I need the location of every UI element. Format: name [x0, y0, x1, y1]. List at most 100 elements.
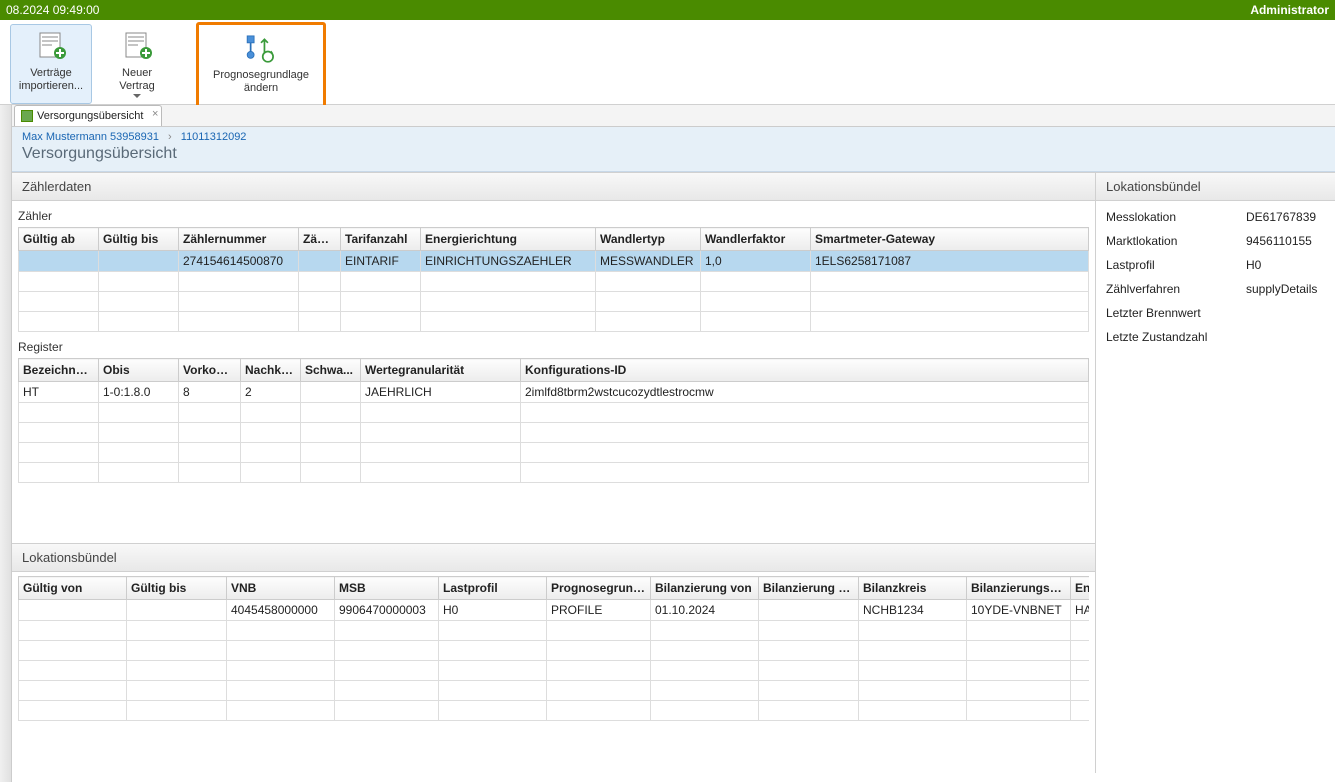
col-header[interactable]: Zählernummer — [179, 228, 299, 251]
col-header[interactable]: Tarifanzahl — [341, 228, 421, 251]
kv-key: Zählverfahren — [1106, 282, 1246, 296]
table-row[interactable] — [19, 312, 1089, 332]
kv-key: Lastprofil — [1106, 258, 1246, 272]
kv-row: Letzte Zustandzahl — [1096, 325, 1335, 349]
cell: JAEHRLICH — [361, 382, 521, 403]
cell: PROFILE — [547, 600, 651, 621]
table-row[interactable] — [19, 443, 1089, 463]
col-header[interactable]: Gültig bis — [127, 577, 227, 600]
cell — [19, 600, 127, 621]
document-import-icon — [32, 29, 70, 63]
col-header[interactable]: Bilanzkreis — [859, 577, 967, 600]
lokationsbuendel-table[interactable]: Gültig von Gültig bis VNB MSB Lastprofil… — [18, 576, 1089, 721]
col-header[interactable]: Konfigurations-ID — [521, 359, 1089, 382]
prognosis-change-icon — [242, 31, 280, 65]
col-header[interactable]: Gültig von — [19, 577, 127, 600]
cell — [127, 600, 227, 621]
col-header[interactable]: Energierichtung — [421, 228, 596, 251]
cell: 2imlfd8tbrm2wstcucozydtlestrocmw — [521, 382, 1089, 403]
cell: 2 — [241, 382, 301, 403]
kv-key: Letzte Zustandzahl — [1106, 330, 1246, 344]
cell: 1,0 — [701, 251, 811, 272]
cell: 1-0:1.8.0 — [99, 382, 179, 403]
kv-row: Letzter Brennwert — [1096, 301, 1335, 325]
import-contracts-button[interactable]: Verträgeimportieren... — [10, 24, 92, 104]
table-row[interactable] — [19, 292, 1089, 312]
table-row[interactable] — [19, 272, 1089, 292]
change-prognosis-button[interactable]: Prognosegrundlageändern — [196, 22, 326, 110]
ribbon-label: Verträgeimportieren... — [19, 67, 83, 93]
table-row[interactable] — [19, 681, 1090, 701]
col-header[interactable]: Bilanzierung bis — [759, 577, 859, 600]
col-header[interactable]: VNB — [227, 577, 335, 600]
cell: 8 — [179, 382, 241, 403]
cell: H0 — [439, 600, 547, 621]
col-header[interactable]: Gültig ab — [19, 228, 99, 251]
col-header[interactable]: Gültig bis — [99, 228, 179, 251]
breadcrumb-link-customer[interactable]: Max Mustermann 53958931 — [22, 131, 159, 143]
cell: 4045458000000 — [227, 600, 335, 621]
kv-row: Zählverfahren supplyDetails — [1096, 277, 1335, 301]
cell: 01.10.2024 — [651, 600, 759, 621]
col-header[interactable]: Bilanzierungsg... — [967, 577, 1071, 600]
cell: EINRICHTUNGSZAEHLER — [421, 251, 596, 272]
col-header[interactable]: Smartmeter-Gateway — [811, 228, 1089, 251]
sub-label-register: Register — [12, 332, 1095, 358]
table-row[interactable] — [19, 661, 1090, 681]
cell: 9906470000003 — [335, 600, 439, 621]
breadcrumb-link-id[interactable]: 11011312092 — [181, 131, 247, 143]
cell: HAUSHALTSKUN — [1071, 600, 1090, 621]
topbar-user: Administrator — [1250, 0, 1329, 20]
ribbon-label: NeuerVertrag — [119, 67, 154, 93]
col-header[interactable]: Bilanzierung von — [651, 577, 759, 600]
sub-label-zaehler: Zähler — [12, 201, 1095, 227]
col-header[interactable]: Wandlertyp — [596, 228, 701, 251]
col-header[interactable]: Bezeichnung — [19, 359, 99, 382]
tab-close-icon[interactable]: × — [152, 108, 158, 120]
tab-label: Versorgungsübersicht — [37, 110, 143, 122]
col-header[interactable]: MSB — [335, 577, 439, 600]
table-row[interactable]: 4045458000000 9906470000003 H0 PROFILE 0… — [19, 600, 1090, 621]
cell — [301, 382, 361, 403]
table-row[interactable] — [19, 403, 1089, 423]
table-row[interactable] — [19, 701, 1090, 721]
kv-value: supplyDetails — [1246, 282, 1317, 296]
cell: HT — [19, 382, 99, 403]
col-header[interactable]: Vorkom... — [179, 359, 241, 382]
table-row[interactable] — [19, 423, 1089, 443]
col-header[interactable]: Wandlerfaktor — [701, 228, 811, 251]
col-header[interactable]: Obis — [99, 359, 179, 382]
col-header[interactable]: Wertegranularität — [361, 359, 521, 382]
section-header-zaehlerdaten: Zählerdaten — [12, 172, 1095, 201]
kv-value: 9456110155 — [1246, 234, 1312, 248]
kv-key: Letzter Brennwert — [1106, 306, 1246, 320]
cell: 274154614500870 — [179, 251, 299, 272]
ribbon-label: Prognosegrundlageändern — [213, 69, 309, 95]
col-header[interactable]: Schwa... — [301, 359, 361, 382]
table-row[interactable]: 274154614500870 EINTARIF EINRICHTUNGSZAE… — [19, 251, 1089, 272]
table-row[interactable] — [19, 641, 1090, 661]
col-header[interactable]: Lastprofil — [439, 577, 547, 600]
cell — [99, 251, 179, 272]
kv-value: DE61767839 — [1246, 210, 1316, 224]
zaehler-table[interactable]: Gültig ab Gültig bis Zählernummer Zähl..… — [18, 227, 1089, 332]
table-row[interactable] — [19, 463, 1089, 483]
table-row[interactable]: HT 1-0:1.8.0 8 2 JAEHRLICH 2imlfd8tbrm2w… — [19, 382, 1089, 403]
new-contract-button[interactable]: NeuerVertrag — [96, 24, 178, 104]
left-edge-bar[interactable] — [0, 105, 12, 782]
register-table[interactable]: Bezeichnung Obis Vorkom... Nachko... Sch… — [18, 358, 1089, 483]
cell: 10YDE-VNBNET — [967, 600, 1071, 621]
cell: EINTARIF — [341, 251, 421, 272]
col-header[interactable]: Zähl... — [299, 228, 341, 251]
table-row[interactable] — [19, 621, 1090, 641]
document-new-icon — [118, 29, 156, 63]
col-header[interactable]: Prognosegrund... — [547, 577, 651, 600]
cell: 1ELS6258171087 — [811, 251, 1089, 272]
breadcrumb-separator: › — [168, 131, 172, 143]
kv-row: Lastprofil H0 — [1096, 253, 1335, 277]
tab-versorgungsuebersicht[interactable]: Versorgungsübersicht × — [14, 105, 162, 126]
col-header[interactable]: Nachko... — [241, 359, 301, 382]
topbar-datetime: 08.2024 09:49:00 — [6, 0, 99, 20]
tab-icon — [21, 110, 33, 122]
col-header[interactable]: EnWG — [1071, 577, 1090, 600]
